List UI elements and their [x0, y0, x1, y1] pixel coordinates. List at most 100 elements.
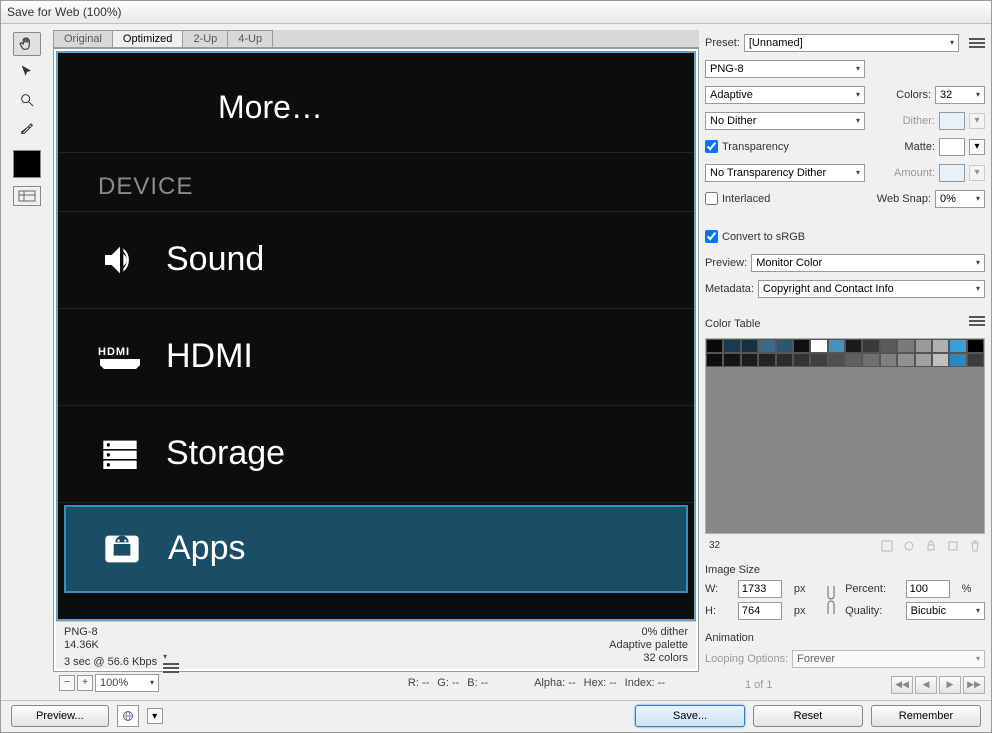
preview-canvas[interactable]: More… DEVICE Sound HDMI HDMI Storage — [56, 51, 696, 621]
preview-button[interactable]: Preview... — [11, 705, 109, 727]
eyedropper-tool[interactable] — [13, 116, 41, 140]
ct-trash-icon[interactable] — [969, 540, 981, 552]
transparency-checkbox[interactable] — [705, 140, 718, 153]
remember-button[interactable]: Remember — [871, 705, 981, 727]
info-timing: 3 sec @ 56.6 Kbps — [64, 656, 157, 668]
matte-swatch[interactable] — [939, 138, 965, 156]
interlaced-label: Interlaced — [722, 193, 770, 205]
color-swatch[interactable] — [949, 353, 966, 367]
color-swatch[interactable] — [932, 339, 949, 353]
color-swatch[interactable] — [845, 339, 862, 353]
ct-icon-2[interactable] — [903, 540, 915, 552]
colors-label: Colors: — [896, 89, 931, 101]
color-swatch[interactable] — [758, 353, 775, 367]
color-swatch[interactable] — [793, 339, 810, 353]
interlaced-checkbox[interactable] — [705, 192, 718, 205]
looping-select: Forever▾ — [792, 650, 985, 668]
settings-panel: Preset: [Unnamed]▾ PNG-8▾ Adaptive▾ Colo… — [705, 30, 985, 694]
format-select[interactable]: PNG-8▾ — [705, 60, 865, 78]
transparency-dither-select[interactable]: No Transparency Dither▾ — [705, 164, 865, 182]
dither-label: Dither: — [903, 115, 935, 127]
reset-button[interactable]: Reset — [753, 705, 863, 727]
color-swatch[interactable] — [758, 339, 775, 353]
color-swatch[interactable] — [741, 353, 758, 367]
dither-mode-select[interactable]: No Dither▾ — [705, 112, 865, 130]
preview-profile-select[interactable]: Monitor Color▾ — [751, 254, 985, 272]
zoom-in-button[interactable]: + — [77, 675, 93, 691]
timing-menu[interactable] — [163, 652, 179, 673]
color-swatch[interactable] — [776, 353, 793, 367]
browser-preview-select[interactable] — [117, 705, 139, 727]
hand-tool[interactable] — [13, 32, 41, 56]
tab-optimized[interactable]: Optimized — [112, 30, 184, 47]
color-swatch[interactable] — [776, 339, 793, 353]
color-swatch[interactable] — [915, 339, 932, 353]
color-swatch[interactable] — [828, 353, 845, 367]
palette-select[interactable]: Adaptive▾ — [705, 86, 865, 104]
zoom-tool[interactable] — [13, 88, 41, 112]
color-swatch[interactable] — [949, 339, 966, 353]
ct-icon-1[interactable] — [881, 540, 893, 552]
preset-select[interactable]: [Unnamed]▾ — [744, 34, 959, 52]
websnap-select[interactable]: 0%▾ — [935, 190, 985, 208]
color-swatch[interactable] — [967, 353, 984, 367]
convert-srgb-checkbox[interactable] — [705, 230, 718, 243]
zoom-level-select[interactable]: 100%▾ — [95, 674, 159, 692]
main-area: Original Optimized 2-Up 4-Up More… DEVIC… — [1, 24, 991, 700]
tab-2up[interactable]: 2-Up — [182, 30, 228, 47]
color-swatch[interactable] — [897, 353, 914, 367]
status-alpha: Alpha: -- — [534, 677, 576, 689]
metadata-select[interactable]: Copyright and Contact Info▾ — [758, 280, 985, 298]
ct-new-icon[interactable] — [947, 540, 959, 552]
status-index: Index: -- — [625, 677, 665, 689]
anim-first-button: ◀◀ — [891, 676, 913, 694]
color-swatch[interactable] — [706, 339, 723, 353]
color-swatch[interactable] — [932, 353, 949, 367]
height-input[interactable] — [738, 602, 782, 620]
status-hex: Hex: -- — [584, 677, 617, 689]
color-swatch[interactable] — [723, 339, 740, 353]
color-table-footer: 32 — [705, 540, 985, 554]
color-swatch[interactable] — [793, 353, 810, 367]
color-swatch[interactable] — [862, 353, 879, 367]
ct-lock-icon[interactable] — [925, 540, 937, 552]
optimize-menu[interactable] — [969, 38, 985, 48]
tab-4up[interactable]: 4-Up — [227, 30, 273, 47]
color-swatch[interactable] — [723, 353, 740, 367]
color-swatch[interactable] — [706, 353, 723, 367]
zoom-out-button[interactable]: − — [59, 675, 75, 691]
color-swatch[interactable] — [967, 339, 984, 353]
w-label: W: — [705, 583, 732, 595]
slice-select-tool[interactable] — [13, 60, 41, 84]
link-icon[interactable] — [825, 582, 837, 618]
toggle-slices-visibility[interactable] — [13, 186, 41, 206]
percent-input[interactable] — [906, 580, 950, 598]
color-table-menu[interactable] — [969, 316, 985, 326]
android-device-header: DEVICE — [58, 153, 694, 212]
matte-dropdown[interactable]: ▾ — [969, 139, 985, 155]
color-table[interactable] — [705, 338, 985, 534]
browser-dropdown[interactable]: ▾ — [147, 708, 163, 724]
color-swatch[interactable] — [915, 353, 932, 367]
colors-select[interactable]: 32▾ — [935, 86, 985, 104]
image-content: More… DEVICE Sound HDMI HDMI Storage — [58, 53, 694, 619]
color-swatch[interactable] — [880, 339, 897, 353]
android-apps-row: Apps — [64, 505, 688, 593]
color-swatch[interactable] — [897, 339, 914, 353]
color-swatch[interactable] — [741, 339, 758, 353]
eyedropper-color-swatch[interactable] — [13, 150, 41, 178]
apps-icon — [100, 527, 144, 571]
pointer-icon — [19, 64, 35, 80]
color-swatch[interactable] — [828, 339, 845, 353]
preview-label: Preview: — [705, 257, 747, 269]
quality-select[interactable]: Bicubic▾ — [906, 602, 985, 620]
status-r: R: -- — [408, 677, 429, 689]
color-swatch[interactable] — [845, 353, 862, 367]
color-swatch[interactable] — [810, 353, 827, 367]
color-swatch[interactable] — [862, 339, 879, 353]
color-swatch[interactable] — [880, 353, 897, 367]
color-swatch[interactable] — [810, 339, 827, 353]
width-input[interactable] — [738, 580, 782, 598]
save-button[interactable]: Save... — [635, 705, 745, 727]
tab-original[interactable]: Original — [53, 30, 113, 47]
